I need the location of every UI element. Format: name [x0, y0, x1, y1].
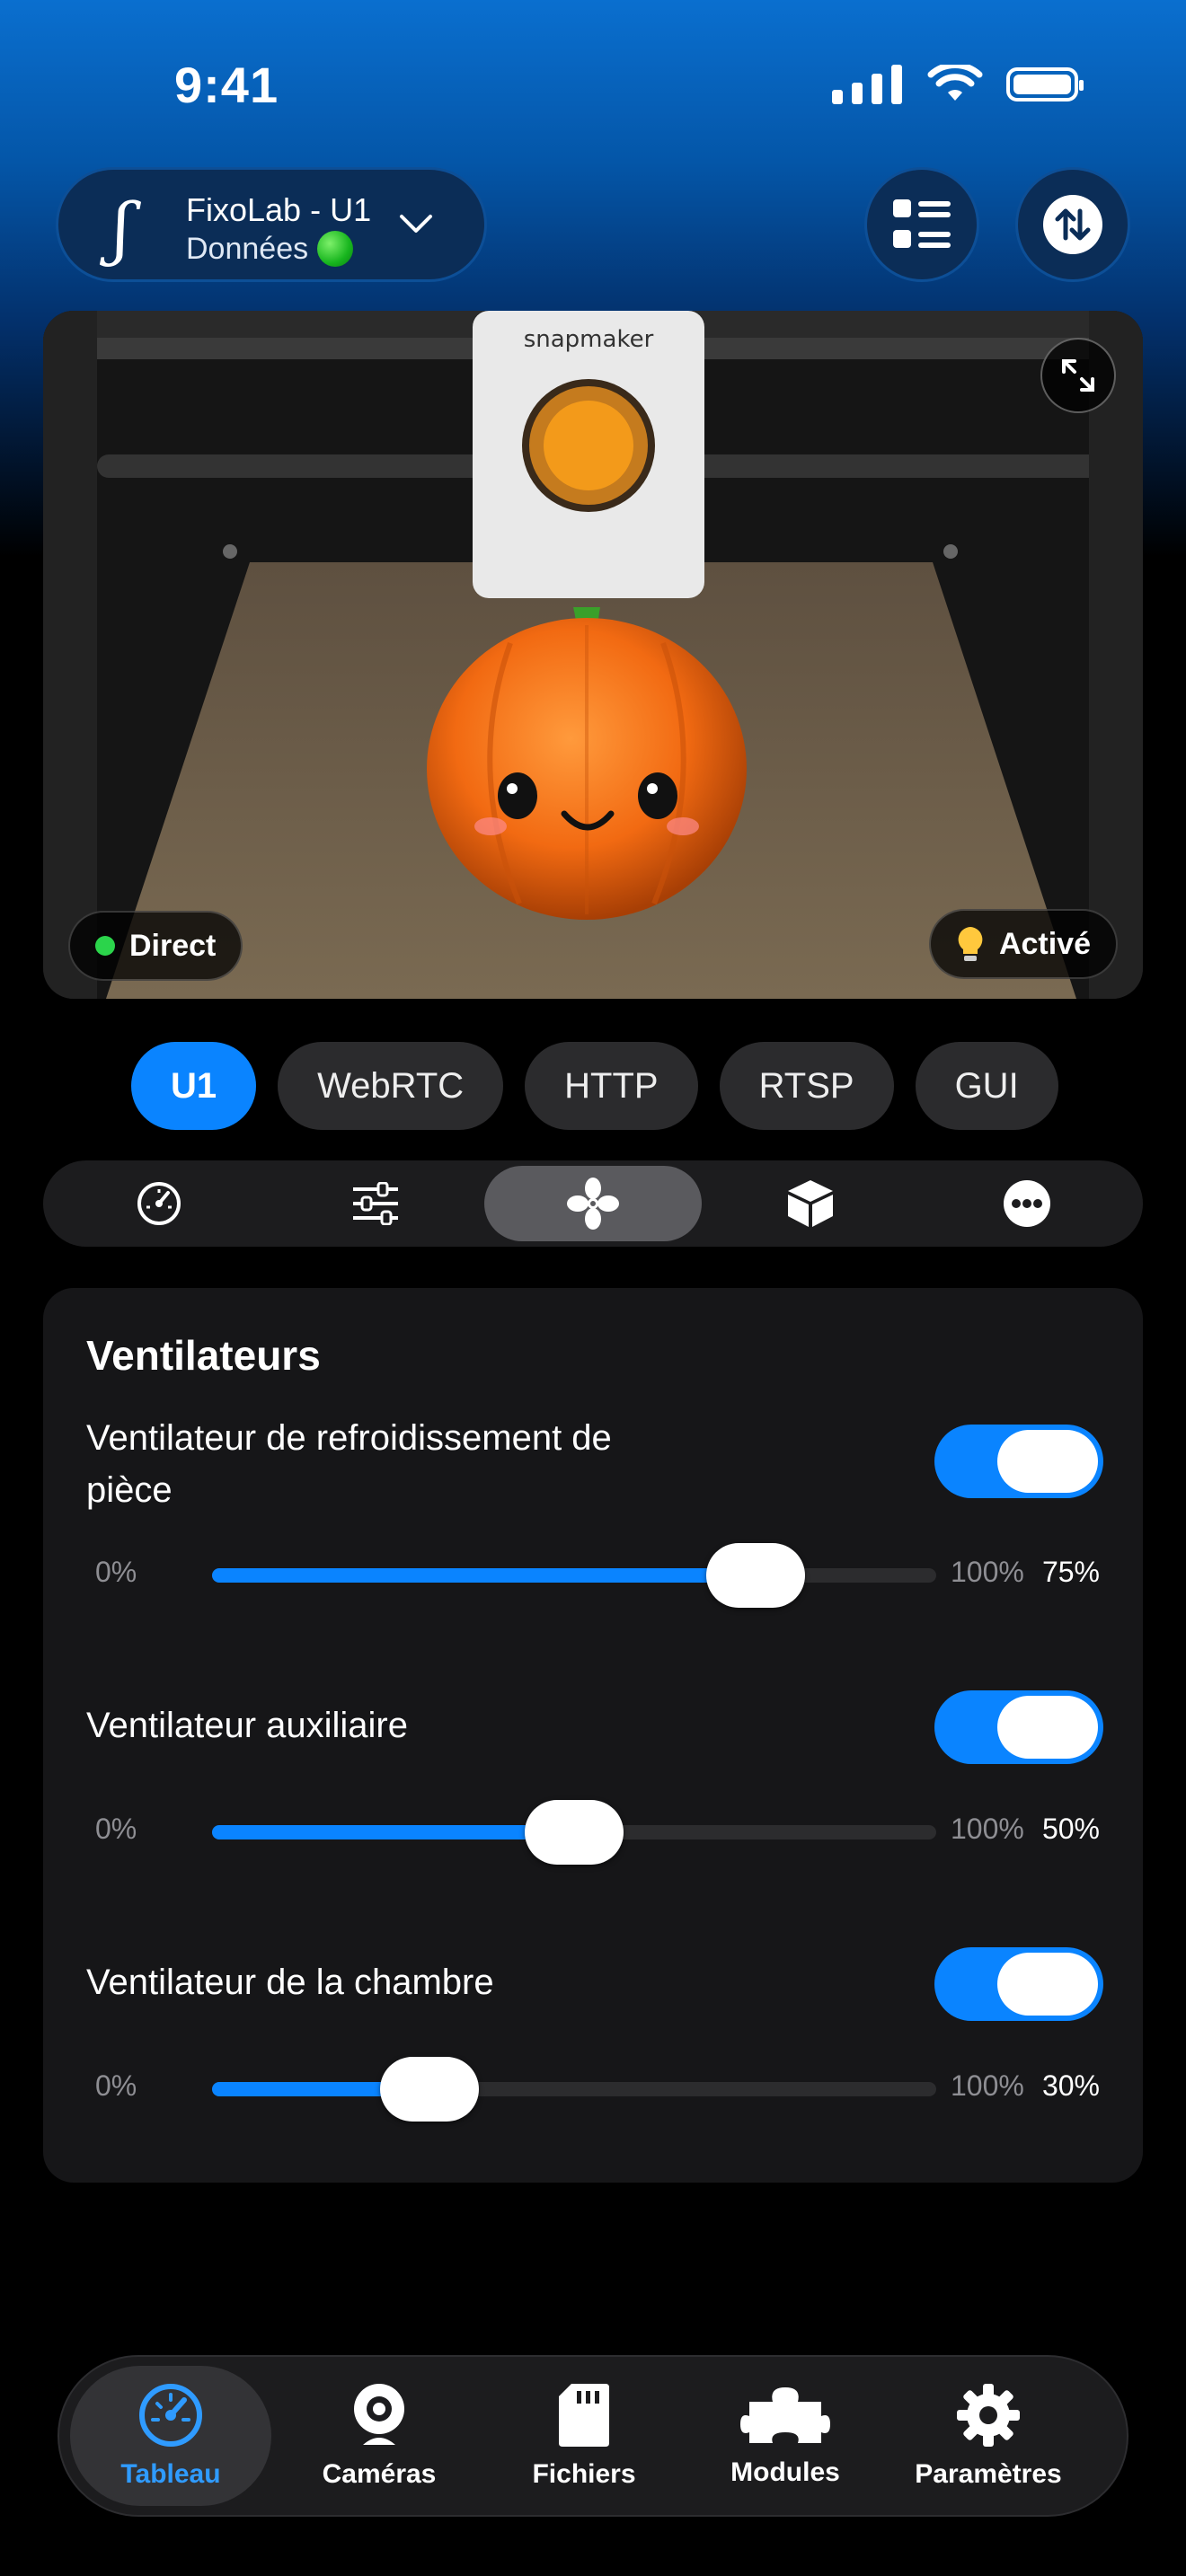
card-title: Ventilateurs [86, 1332, 321, 1379]
box-icon [787, 1180, 833, 1227]
tab-files[interactable]: Fichiers [483, 2366, 685, 2506]
slider-max-label: 100% [951, 2069, 1024, 2102]
segment-fans[interactable] [484, 1166, 702, 1241]
slider-fill [212, 1825, 574, 1839]
sliders-icon [353, 1182, 399, 1225]
tab-label: Tableau [120, 2459, 221, 2489]
source-chip-rtsp[interactable]: RTSP [719, 1042, 894, 1130]
slider-max-label: 100% [951, 1556, 1024, 1588]
bottom-tab-bar: Tableau Caméras Fichiers Modules Paramèt… [58, 2355, 1128, 2517]
live-label: Direct [129, 928, 217, 963]
slider-value: 75% [1041, 1556, 1100, 1588]
puzzle-icon [740, 2387, 830, 2443]
source-chip-gui[interactable]: GUI [915, 1042, 1058, 1130]
battery-icon [1006, 67, 1084, 101]
gauge-icon [139, 2384, 202, 2447]
expand-icon [1062, 359, 1094, 392]
segment-filament[interactable] [702, 1166, 919, 1241]
fans-card: Ventilateurs Ventilateur de refroidissem… [43, 1288, 1143, 2183]
tab-settings[interactable]: Paramètres [888, 2366, 1089, 2506]
fan-icon [566, 1178, 619, 1230]
live-dot [95, 936, 115, 956]
source-chip-u1[interactable]: U1 [131, 1042, 257, 1130]
fan-label-auxiliary: Ventilateur auxiliaire [86, 1706, 408, 1745]
segment-more[interactable] [918, 1166, 1136, 1241]
tab-modules[interactable]: Modules [685, 2366, 886, 2506]
fan-label-chamber: Ventilateur de la chambre [86, 1963, 494, 2002]
cellular-signal-icon [832, 65, 902, 104]
fan-slider-chamber: 0% 100% 30% [86, 2057, 1111, 2122]
fan-toggle-chamber[interactable] [934, 1947, 1103, 2021]
tab-label: Caméras [322, 2459, 437, 2489]
tab-cameras[interactable]: Caméras [279, 2366, 480, 2506]
chevron-down-icon [400, 215, 432, 233]
device-subtitle: Données [186, 231, 354, 267]
fan-toggle-auxiliary[interactable] [934, 1690, 1103, 1764]
transfer-button[interactable] [1015, 167, 1130, 282]
section-segmented-control [43, 1160, 1143, 1247]
camera-image: snapmaker [43, 311, 1143, 999]
source-selector: U1 WebRTC HTTP RTSP GUI [131, 1042, 1058, 1130]
live-status-badge: Direct [68, 911, 243, 981]
slider-max-label: 100% [951, 1813, 1024, 1845]
list-icon [893, 199, 951, 248]
svg-text:snapmaker: snapmaker [524, 326, 654, 353]
device-selector[interactable]: ʃ FixoLab - U1 Données [56, 167, 487, 282]
tab-dashboard[interactable]: Tableau [70, 2366, 271, 2506]
tab-label: Modules [730, 2457, 840, 2487]
slider-thumb[interactable] [525, 1800, 624, 1865]
toggle-knob [997, 1696, 1098, 1759]
segment-settings[interactable] [268, 1166, 485, 1241]
gear-icon [957, 2384, 1020, 2447]
slider-fill [212, 1568, 756, 1583]
lightbulb-icon [958, 927, 983, 961]
toggle-knob [997, 1953, 1098, 2016]
fullscreen-button[interactable] [1040, 338, 1116, 413]
slider-min-label: 0% [95, 1556, 137, 1588]
fan-slider-part-cooling: 0% 100% 75% [86, 1543, 1111, 1608]
source-chip-http[interactable]: HTTP [525, 1042, 698, 1130]
slider-min-label: 0% [95, 2069, 137, 2102]
connection-status-dot [317, 231, 354, 267]
app-logo: ʃ [112, 188, 131, 268]
camera-feed[interactable]: snapmaker Direct Activé [43, 311, 1143, 999]
fan-label-part-cooling: Ventilateur de refroidissement de pièce [86, 1418, 612, 1510]
sync-arrows-icon [1043, 195, 1102, 254]
source-chip-webrtc[interactable]: WebRTC [278, 1042, 504, 1130]
tab-label: Paramètres [915, 2459, 1062, 2489]
tab-label: Fichiers [532, 2459, 636, 2489]
slider-track[interactable] [212, 1543, 936, 1608]
slider-track[interactable] [212, 1800, 936, 1865]
device-name: FixoLab - U1 [186, 191, 372, 228]
device-subtitle-text: Données [186, 231, 309, 266]
status-icons [832, 65, 1084, 104]
fan-toggle-part-cooling[interactable] [934, 1425, 1103, 1498]
slider-thumb[interactable] [379, 2057, 479, 2122]
slider-track[interactable] [212, 2057, 936, 2122]
sd-card-icon [559, 2384, 609, 2447]
fan-slider-auxiliary: 0% 100% 50% [86, 1800, 1111, 1865]
slider-min-label: 0% [95, 1813, 137, 1845]
wifi-icon [927, 65, 983, 101]
dashboard-icon [137, 1182, 181, 1225]
status-time: 9:41 [174, 57, 279, 113]
slider-value: 30% [1041, 2069, 1100, 2102]
more-icon [1004, 1180, 1051, 1227]
light-toggle-button[interactable]: Activé [928, 909, 1118, 979]
slider-value: 50% [1041, 1813, 1100, 1845]
webcam-icon [354, 2384, 404, 2445]
toggle-knob [997, 1430, 1098, 1493]
segment-dashboard[interactable] [50, 1166, 268, 1241]
slider-thumb[interactable] [705, 1543, 805, 1608]
light-label: Activé [998, 926, 1091, 961]
list-view-button[interactable] [864, 167, 979, 282]
